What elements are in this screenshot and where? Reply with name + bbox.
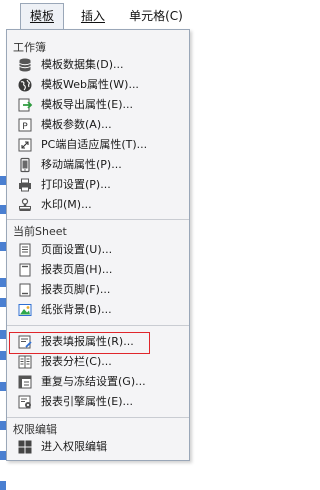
menu-item-paper-background[interactable]: 纸张背景(B)... [7, 300, 189, 320]
menu-item-label: 报表页眉(H)... [41, 263, 113, 276]
columns-icon [17, 354, 33, 370]
menu-bar: 模板 插入 单元格(C) [0, 0, 201, 30]
menu-item-label: 报表页脚(F)... [41, 283, 111, 296]
menu-tab-template[interactable]: 模板 [20, 3, 64, 30]
section-workbook: 工作簿 [13, 41, 46, 54]
section-current-sheet: 当前Sheet [13, 225, 67, 238]
menu-item-label: 纸张背景(B)... [41, 303, 112, 316]
menu-tab-cell-label: 单元格(C) [129, 9, 183, 23]
engine-icon [17, 394, 33, 410]
parameter-icon: P [17, 117, 33, 133]
stamp-icon [17, 197, 33, 213]
menu-item-pc-adaptive[interactable]: PC端自适应属性(T)... [7, 135, 189, 155]
menu-item-label: 进入权限编辑 [41, 440, 107, 453]
menu-item-label: 模板Web属性(W)... [41, 78, 139, 91]
section-permission-edit: 权限编辑 [13, 423, 57, 436]
menu-item-label: 报表分栏(C)... [41, 355, 112, 368]
resize-icon [17, 137, 33, 153]
menu-item-label: 页面设置(U)... [41, 243, 113, 256]
header-icon [17, 262, 33, 278]
export-icon [17, 97, 33, 113]
menu-tab-insert-label: 插入 [80, 9, 105, 23]
template-dropdown-menu: 工作簿 模板数据集(D)... 模板Web属性(W)... 模板导出属性(E).… [6, 29, 190, 461]
menu-item-dataset[interactable]: 模板数据集(D)... [7, 55, 189, 75]
image-icon [17, 302, 33, 318]
printer-icon [17, 177, 33, 193]
menu-item-watermark[interactable]: 水印(M)... [7, 195, 189, 215]
menu-separator [7, 417, 189, 418]
editor-marker [0, 481, 6, 490]
menu-item-report-header[interactable]: 报表页眉(H)... [7, 260, 189, 280]
menu-item-web-properties[interactable]: 模板Web属性(W)... [7, 75, 189, 95]
menu-item-label: 移动端属性(P)... [41, 158, 122, 171]
menu-tab-template-label: 模板 [29, 9, 54, 23]
svg-text:P: P [22, 122, 28, 132]
menu-item-parameters[interactable]: P 模板参数(A)... [7, 115, 189, 135]
menu-item-report-columns[interactable]: 报表分栏(C)... [7, 352, 189, 372]
menu-item-label: 水印(M)... [41, 198, 92, 211]
menu-item-page-setup[interactable]: 页面设置(U)... [7, 240, 189, 260]
menu-item-repeat-freeze[interactable]: 重复与冻结设置(G)... [7, 372, 189, 392]
highlight-box [9, 332, 150, 354]
globe-icon [17, 77, 33, 93]
mobile-icon [17, 157, 33, 173]
menu-item-label: 打印设置(P)... [41, 178, 111, 191]
menu-item-label: 模板导出属性(E)... [41, 98, 134, 111]
menu-tab-cell[interactable]: 单元格(C) [120, 5, 192, 27]
permission-icon [17, 439, 33, 455]
menu-item-label: 模板数据集(D)... [41, 58, 124, 71]
menu-separator [7, 325, 189, 326]
database-icon [17, 57, 33, 73]
page-setup-icon [17, 242, 33, 258]
menu-separator [7, 219, 189, 220]
menu-item-enter-permission-edit[interactable]: 进入权限编辑 [7, 437, 189, 457]
footer-icon [17, 282, 33, 298]
menu-tab-insert[interactable]: 插入 [74, 5, 112, 27]
menu-item-label: PC端自适应属性(T)... [41, 138, 148, 151]
menu-item-print-settings[interactable]: 打印设置(P)... [7, 175, 189, 195]
menu-item-label: 报表引擎属性(E)... [41, 395, 134, 408]
menu-item-engine-properties[interactable]: 报表引擎属性(E)... [7, 392, 189, 412]
freeze-icon [17, 374, 33, 390]
menu-item-report-footer[interactable]: 报表页脚(F)... [7, 280, 189, 300]
editor-background-right [189, 30, 201, 467]
menu-item-mobile-properties[interactable]: 移动端属性(P)... [7, 155, 189, 175]
menu-item-export-properties[interactable]: 模板导出属性(E)... [7, 95, 189, 115]
menu-item-label: 模板参数(A)... [41, 118, 112, 131]
menu-item-label: 重复与冻结设置(G)... [41, 375, 146, 388]
